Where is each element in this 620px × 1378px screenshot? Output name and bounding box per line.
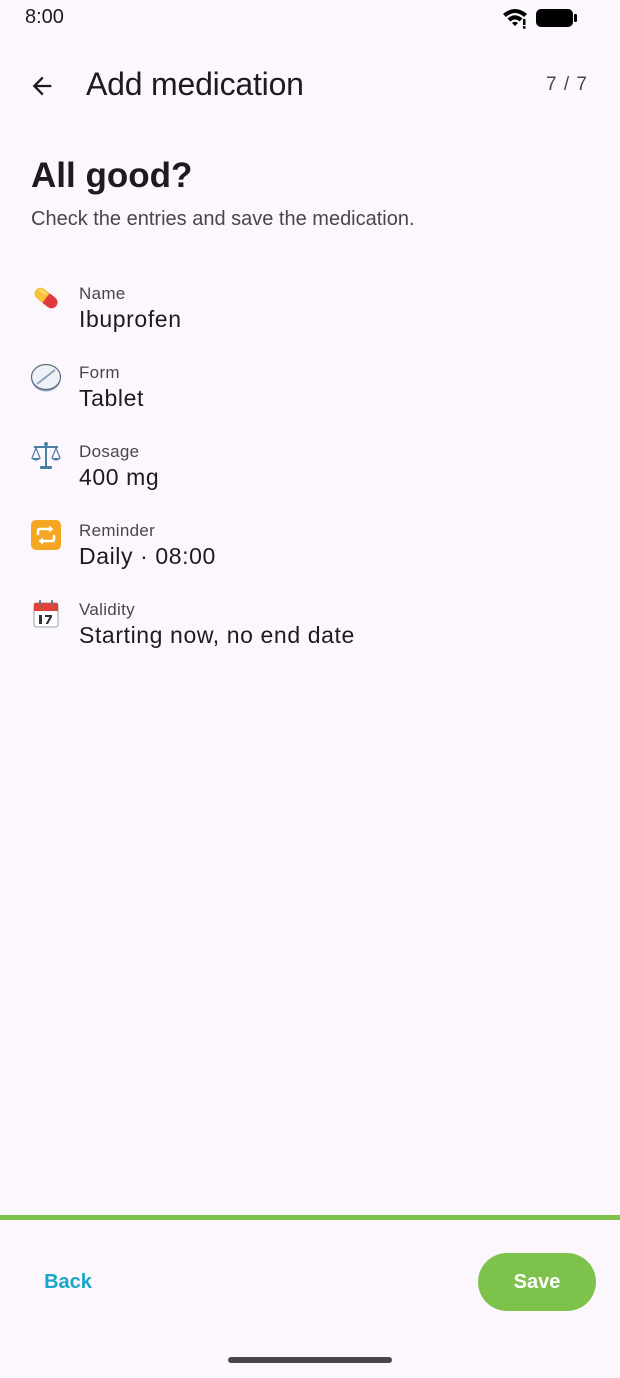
confirmation-subheading: Check the entries and save the medicatio… [31, 208, 415, 230]
tablet-icon [30, 363, 62, 392]
scales-icon [31, 442, 61, 469]
battery-icon [536, 9, 577, 27]
validity-value: Starting now, no end date [79, 622, 355, 648]
name-value: Ibuprofen [79, 306, 182, 332]
repeat-icon [31, 520, 61, 550]
home-indicator [228, 1357, 392, 1363]
wifi-icon [503, 9, 527, 29]
summary-row-name: Name Ibuprofen [0, 280, 620, 359]
summary-row-validity: Validity Starting now, no end date [0, 596, 620, 675]
summary-row-reminder: Reminder Daily · 08:00 [0, 517, 620, 596]
form-label: Form [79, 363, 120, 382]
arrow-back-icon[interactable] [20, 64, 64, 108]
progress-fill [0, 1215, 620, 1220]
status-time: 8:00 [25, 6, 64, 28]
validity-label: Validity [79, 600, 135, 619]
status-bar: 8:00 [0, 0, 620, 36]
back-button[interactable]: Back [20, 1253, 116, 1311]
form-value: Tablet [79, 385, 144, 411]
calendar-icon [33, 600, 59, 628]
step-counter: 7 / 7 [546, 74, 588, 95]
summary-list: Name Ibuprofen Form Tablet Dosage 400 mg [0, 280, 620, 675]
confirmation-heading: All good? [31, 156, 193, 195]
name-label: Name [79, 284, 126, 303]
pill-icon [34, 287, 58, 309]
reminder-value: Daily · 08:00 [79, 543, 216, 569]
summary-row-form: Form Tablet [0, 359, 620, 438]
dosage-value: 400 mg [79, 464, 160, 490]
save-button[interactable]: Save [478, 1253, 596, 1311]
dosage-label: Dosage [79, 442, 140, 461]
wizard-progress-bar [0, 1215, 620, 1220]
page-title: Add medication [86, 66, 304, 102]
reminder-label: Reminder [79, 521, 156, 540]
summary-row-dosage: Dosage 400 mg [0, 438, 620, 517]
app-bar: Add medication 7 / 7 [0, 50, 620, 120]
